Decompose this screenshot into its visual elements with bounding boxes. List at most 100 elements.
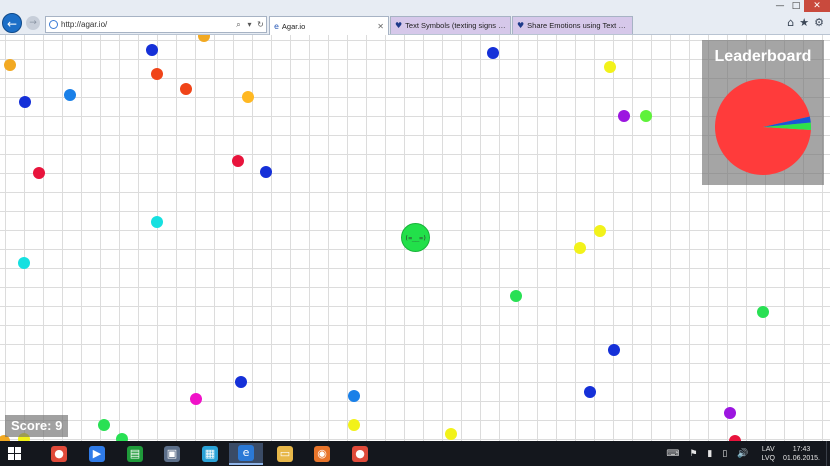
food-pellet — [151, 68, 163, 80]
food-pellet — [348, 390, 360, 402]
minimize-button[interactable]: — — [772, 0, 788, 12]
player-name: (=__=) — [404, 233, 427, 242]
remote-desktop-icon: ▦ — [202, 446, 218, 462]
taskbar-app-picture-viewer[interactable]: ▣ — [155, 443, 189, 465]
food-pellet — [757, 306, 769, 318]
settings-icon[interactable]: ⚙ — [814, 16, 824, 30]
food-pellet — [574, 242, 586, 254]
heart-icon: ♥ — [517, 21, 525, 30]
taskbar-app-chrome[interactable]: ● — [343, 443, 377, 465]
system-tray: ⌨ ⚑ ▮ ▯ 🔊 LAV LVQ 17:43 01.06.2015. — [661, 441, 830, 466]
food-pellet — [584, 386, 596, 398]
clock[interactable]: 17:43 01.06.2015. — [783, 445, 820, 463]
leaderboard: Leaderboard — [702, 40, 824, 185]
food-pellet — [608, 344, 620, 356]
battery-icon[interactable]: ▯ — [722, 449, 727, 459]
chrome-icon: ● — [51, 446, 67, 462]
food-pellet — [64, 89, 76, 101]
ie-site-icon — [49, 20, 58, 29]
keyboard-layout: LVQ — [761, 454, 776, 462]
food-pellet — [510, 290, 522, 302]
taskbar-app-firefox[interactable]: ◉ — [305, 443, 339, 465]
language-code: LAV — [761, 445, 775, 453]
food-pellet — [724, 407, 736, 419]
dropdown-icon[interactable]: ▾ — [244, 20, 255, 29]
tab-text-symbols[interactable]: ♥ Text Symbols (texting signs & ... — [390, 16, 511, 34]
volume-icon[interactable]: 🔊 — [737, 449, 748, 459]
tab-agario[interactable]: e Agar.io ✕ — [269, 16, 389, 35]
food-pellet — [348, 419, 360, 431]
food-pellet — [242, 91, 254, 103]
food-pellet — [487, 47, 499, 59]
search-icon[interactable]: ⌕ — [233, 20, 244, 30]
network-icon[interactable]: ▮ — [707, 449, 712, 459]
food-pellet — [640, 110, 652, 122]
food-pellet — [146, 44, 158, 56]
food-pellet — [198, 35, 210, 42]
store-icon: ▤ — [127, 446, 143, 462]
food-pellet — [232, 155, 244, 167]
taskbar-app-internet-explorer[interactable]: e — [229, 443, 263, 465]
heart-icon: ♥ — [395, 21, 403, 30]
clock-time: 17:43 — [792, 445, 811, 453]
ie-icon: e — [274, 21, 279, 31]
arrow-left-icon: ← — [6, 17, 18, 31]
firefox-icon: ◉ — [314, 446, 330, 462]
address-bar[interactable]: http://agar.io/ ⌕ ▾ ↻ — [45, 16, 267, 33]
food-pellet — [235, 376, 247, 388]
keyboard-icon[interactable]: ⌨ — [666, 449, 679, 459]
taskbar: ● ▶ ▤ ▣ ▦ e ▭ ◉ ● ⌨ ⚑ ▮ ▯ 🔊 LAV LVQ 17:43 01.06.… — [0, 441, 830, 466]
forward-button[interactable]: → — [26, 16, 40, 30]
food-pellet — [618, 110, 630, 122]
start-button[interactable] — [8, 447, 22, 461]
home-icon[interactable]: ⌂ — [787, 16, 794, 30]
picture-viewer-icon: ▣ — [164, 446, 180, 462]
taskbar-app-file-explorer[interactable]: ▭ — [268, 443, 302, 465]
internet-explorer-icon: e — [238, 445, 254, 461]
tab-close-icon[interactable]: ✕ — [377, 22, 384, 31]
tab-share-emotions[interactable]: ♥ Share Emotions using Text Em... — [512, 16, 633, 34]
arrow-right-icon: → — [29, 18, 37, 28]
tab-label: Text Symbols (texting signs & ... — [405, 21, 506, 30]
close-window-button[interactable]: ✕ — [804, 0, 830, 12]
food-pellet — [151, 216, 163, 228]
file-explorer-icon: ▭ — [277, 446, 293, 462]
leaderboard-title: Leaderboard — [714, 48, 812, 65]
chrome-icon: ● — [352, 446, 368, 462]
show-desktop-button[interactable] — [826, 441, 830, 466]
taskbar-app-chrome[interactable]: ● — [42, 443, 76, 465]
food-pellet — [18, 257, 30, 269]
game-canvas[interactable]: (=__=) Leaderboard Score: 9 — [0, 35, 830, 441]
food-pellet — [180, 83, 192, 95]
food-pellet — [19, 96, 31, 108]
taskbar-app-store[interactable]: ▤ — [118, 443, 152, 465]
taskbar-app-media-player[interactable]: ▶ — [80, 443, 114, 465]
food-pellet — [190, 393, 202, 405]
taskbar-app-remote-desktop[interactable]: ▦ — [193, 443, 227, 465]
browser-tools: ⌂ ★ ⚙ — [787, 16, 824, 30]
score-display: Score: 9 — [5, 415, 69, 437]
food-pellet — [445, 428, 457, 440]
player-cell: (=__=) — [401, 223, 430, 252]
back-button[interactable]: ← — [2, 13, 22, 33]
food-pellet — [604, 61, 616, 73]
language-indicator[interactable]: LAV LVQ — [762, 445, 776, 463]
food-pellet — [33, 167, 45, 179]
refresh-icon[interactable]: ↻ — [255, 20, 266, 29]
food-pellet — [4, 59, 16, 71]
media-player-icon: ▶ — [89, 446, 105, 462]
browser-chrome: — □ ✕ ← → http://agar.io/ ⌕ ▾ ↻ e Agar.i… — [0, 0, 830, 35]
clock-date: 01.06.2015. — [783, 454, 820, 462]
tab-label: Agar.io — [281, 21, 306, 31]
food-pellet — [116, 433, 128, 441]
tab-label: Share Emotions using Text Em... — [527, 21, 628, 30]
food-pellet — [260, 166, 272, 178]
food-pellet — [98, 419, 110, 431]
window-controls: — □ ✕ — [772, 0, 830, 12]
favorites-icon[interactable]: ★ — [799, 16, 809, 30]
maximize-button[interactable]: □ — [788, 0, 804, 12]
leaderboard-pie — [715, 79, 811, 176]
flag-icon[interactable]: ⚑ — [689, 449, 697, 459]
address-text[interactable]: http://agar.io/ — [61, 20, 233, 29]
food-pellet — [594, 225, 606, 237]
